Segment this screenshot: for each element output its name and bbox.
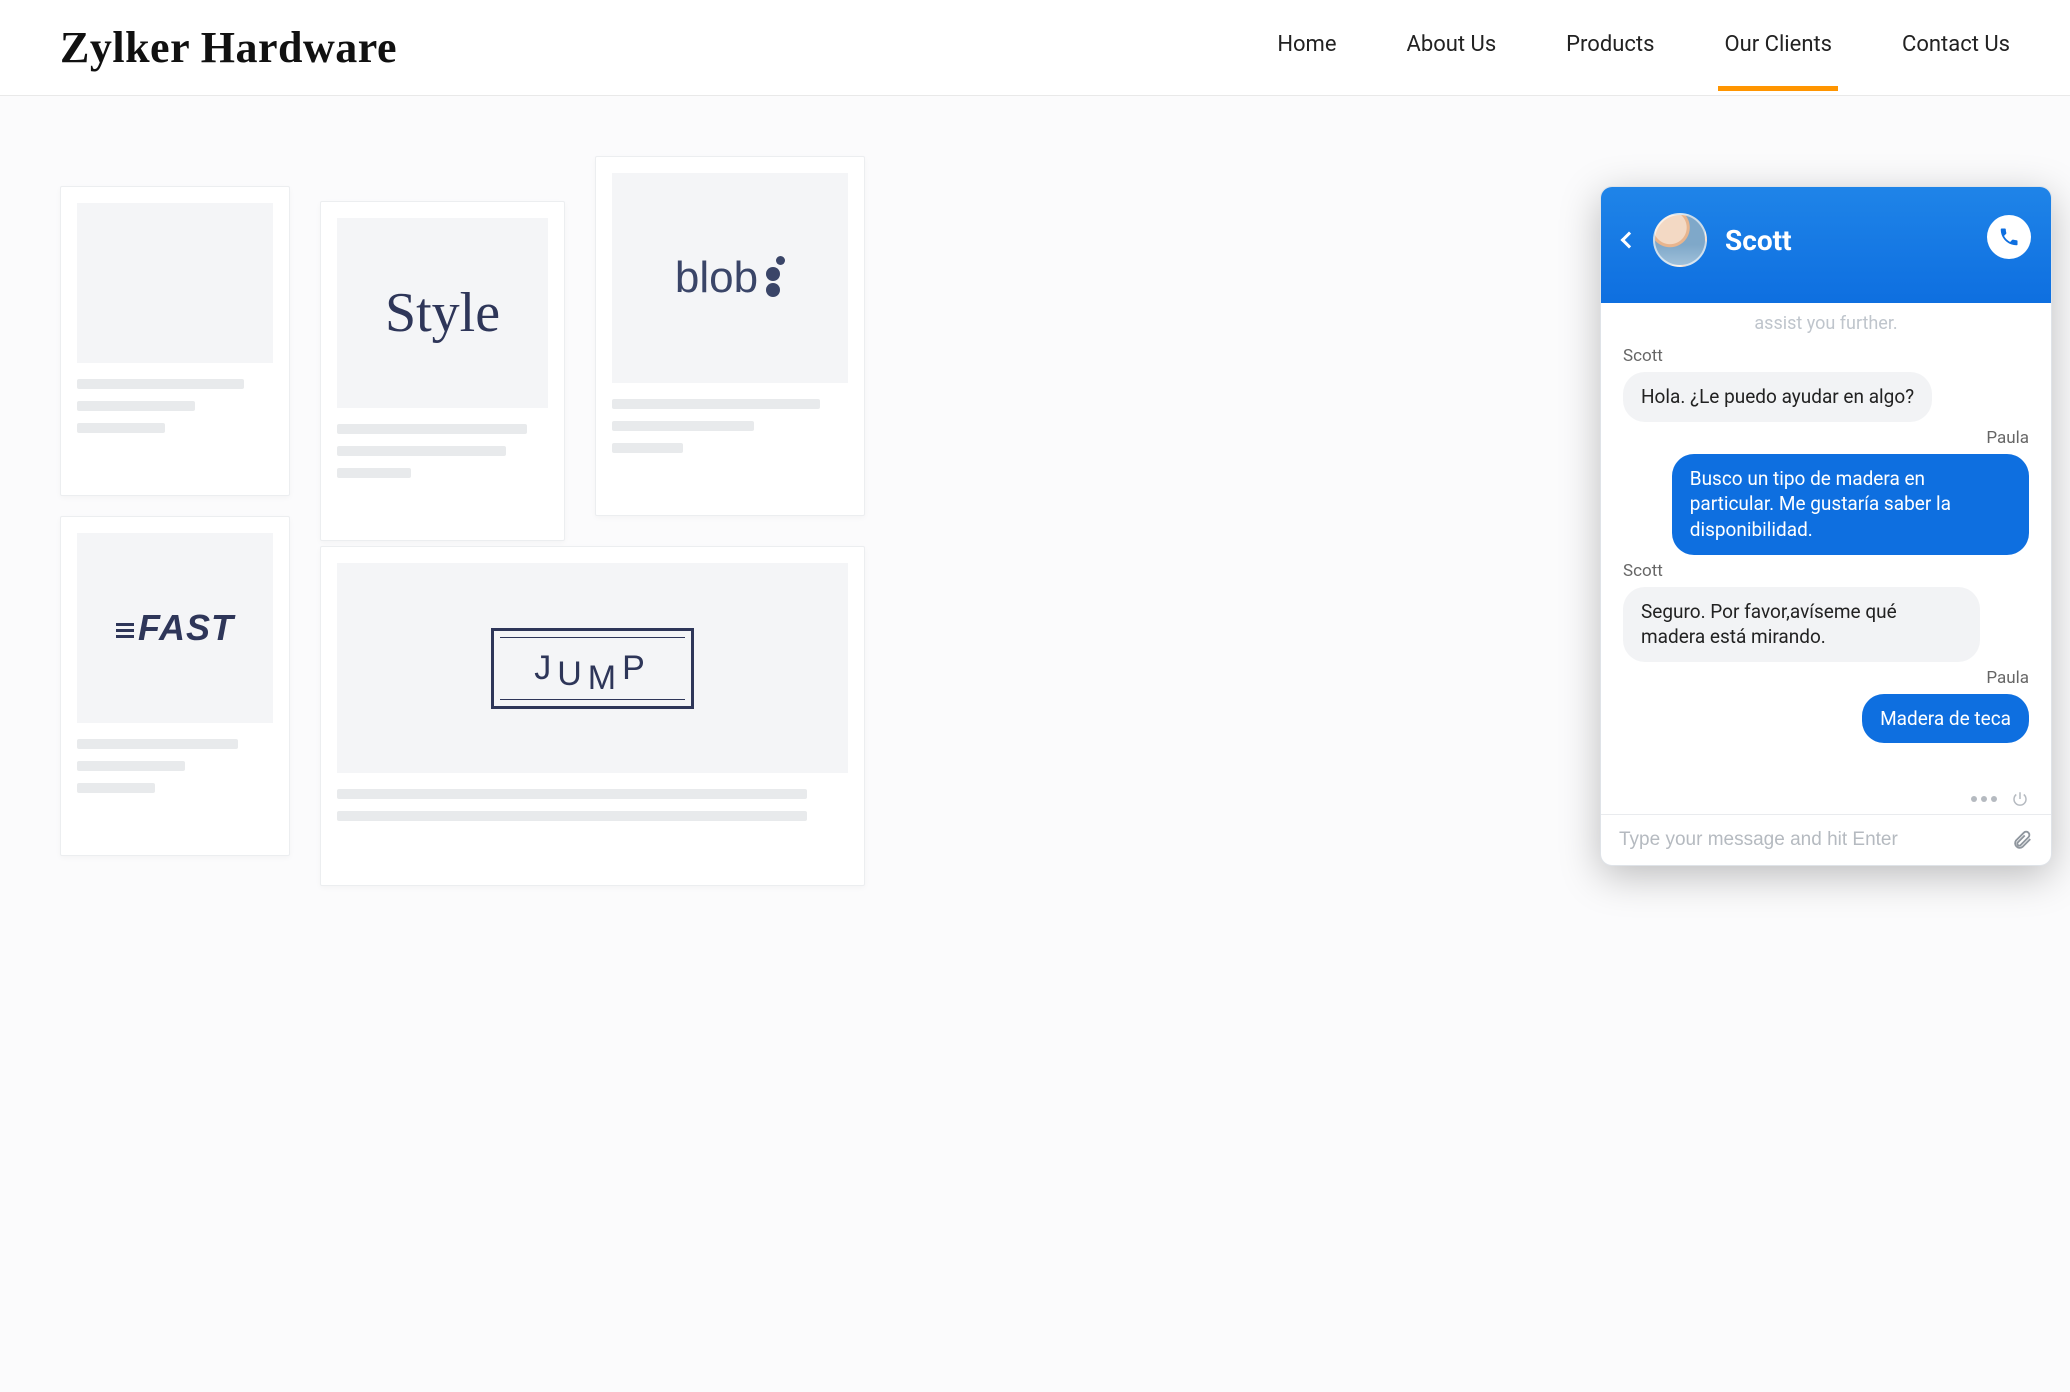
- client-card: [60, 186, 290, 496]
- client-card-skeleton: [61, 379, 289, 449]
- client-logo-blob: blob: [612, 173, 848, 383]
- client-logo-jump: JUMP: [337, 563, 848, 773]
- client-card-skeleton: [321, 789, 864, 837]
- agent-avatar: [1653, 213, 1707, 267]
- chat-back-button[interactable]: [1621, 232, 1638, 249]
- primary-nav: Home About Us Products Our Clients Conta…: [1277, 32, 2010, 63]
- end-chat-button[interactable]: [2011, 790, 2029, 808]
- client-card-skeleton: [61, 739, 289, 809]
- chat-input[interactable]: [1619, 829, 1999, 851]
- page-body: Style blob FAST: [0, 96, 2070, 1392]
- brand-title: Zylker Hardware: [60, 22, 397, 73]
- client-logo-label: blob: [675, 253, 758, 303]
- nav-contact-us[interactable]: Contact Us: [1902, 32, 2010, 63]
- chat-bubble-agent: Hola. ¿Le puedo ayudar en algo?: [1623, 372, 1932, 422]
- chat-input-row: [1601, 814, 2051, 865]
- client-card-skeleton: [596, 399, 864, 469]
- chat-bubble-user: Madera de teca: [1862, 694, 2029, 744]
- chat-message: Scott Hola. ¿Le puedo ayudar en algo?: [1623, 346, 2029, 422]
- call-button[interactable]: [1987, 215, 2031, 259]
- chat-footer-icons: [1601, 790, 2051, 814]
- nav-home[interactable]: Home: [1277, 32, 1336, 63]
- chat-body: assist you further. Scott Hola. ¿Le pued…: [1601, 303, 2051, 790]
- phone-icon: [1998, 226, 2020, 248]
- nav-our-clients[interactable]: Our Clients: [1724, 32, 1832, 63]
- chat-widget: Scott assist you further. Scott Hola. ¿L…: [1600, 186, 2052, 866]
- nav-products[interactable]: Products: [1566, 32, 1654, 63]
- client-card: FAST: [60, 516, 290, 856]
- blob-dots-icon: [766, 256, 785, 297]
- client-card: JUMP: [320, 546, 865, 886]
- client-logo-text: blob: [675, 253, 785, 303]
- chat-message: Scott Seguro. Por favor,avíseme qué made…: [1623, 561, 2029, 662]
- chat-sender-label: Scott: [1623, 346, 2029, 366]
- client-logo-placeholder: [77, 203, 273, 363]
- client-card: blob: [595, 156, 865, 516]
- chat-agent-name: Scott: [1725, 224, 1792, 257]
- chat-message: Paula Madera de teca: [1623, 668, 2029, 744]
- more-options-button[interactable]: [1971, 796, 1997, 802]
- chat-message: Paula Busco un tipo de madera en particu…: [1623, 428, 2029, 555]
- client-logo-text: Style: [385, 281, 500, 345]
- speed-lines-icon: [116, 620, 134, 641]
- client-logo-label: FAST: [138, 607, 234, 648]
- chat-sender-label: Scott: [1623, 561, 2029, 581]
- client-logo-text: FAST: [116, 607, 234, 649]
- client-card: Style: [320, 201, 565, 541]
- client-logo-fast: FAST: [77, 533, 273, 723]
- client-logo-style: Style: [337, 218, 548, 408]
- power-icon: [2011, 790, 2029, 808]
- chat-bubble-user: Busco un tipo de madera en particular. M…: [1672, 454, 2029, 555]
- attach-button[interactable]: [2011, 829, 2033, 851]
- chat-truncated-previous: assist you further.: [1623, 313, 2029, 334]
- chat-sender-label: Paula: [1623, 428, 2029, 448]
- client-logo-text: JUMP: [491, 628, 694, 709]
- site-header: Zylker Hardware Home About Us Products O…: [0, 0, 2070, 96]
- nav-about-us[interactable]: About Us: [1407, 32, 1497, 63]
- chat-header: Scott: [1601, 187, 2051, 303]
- chat-sender-label: Paula: [1623, 668, 2029, 688]
- chat-bubble-agent: Seguro. Por favor,avíseme qué madera est…: [1623, 587, 1980, 662]
- client-card-skeleton: [321, 424, 564, 494]
- paperclip-icon: [2011, 829, 2033, 851]
